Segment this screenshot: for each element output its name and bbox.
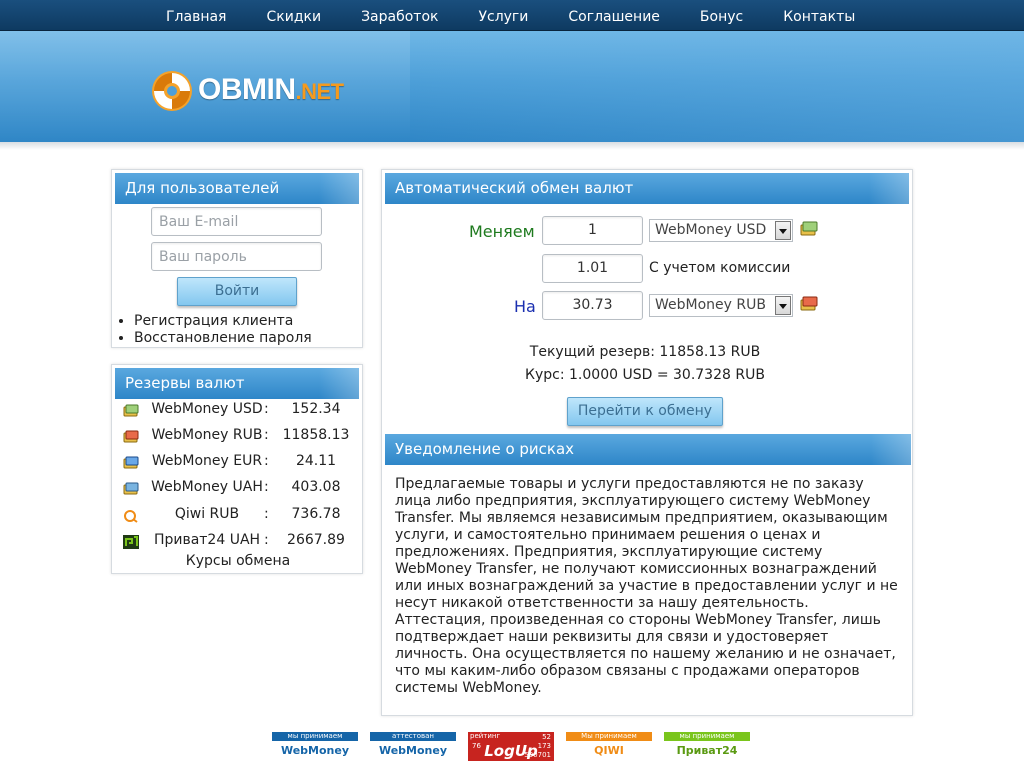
- reserve-currency-name: WebMoney EUR: [151, 453, 263, 469]
- badge-number: 76: [472, 742, 481, 750]
- badge-caption: мы принимаем: [272, 732, 358, 741]
- badge-caption: аттестован: [370, 732, 456, 741]
- reserve-row: WebMoney USD : 152.34: [116, 401, 360, 423]
- nav-item-contacts[interactable]: Контакты: [763, 0, 875, 31]
- webmoney-accept-badge[interactable]: мы принимаем WebMoney: [272, 732, 358, 761]
- dropdown-arrow-icon[interactable]: [775, 296, 791, 315]
- top-navigation: Главная Скидки Заработок Услуги Соглашен…: [0, 0, 1024, 31]
- badge-number: 52: [542, 733, 551, 741]
- badge-caption: Мы принимаем: [566, 732, 652, 741]
- reserve-amount: 736.78: [291, 506, 341, 522]
- privat24-icon: [123, 535, 139, 549]
- nav-item-discounts[interactable]: Скидки: [246, 0, 341, 31]
- receive-amount-input[interactable]: 30.73: [542, 291, 643, 320]
- reserve-row: WebMoney RUB : 11858.13: [116, 427, 360, 449]
- dropdown-arrow-icon[interactable]: [775, 221, 791, 240]
- password-recovery-link[interactable]: Восстановление пароля: [134, 330, 312, 347]
- badge-number: 500701: [524, 751, 551, 759]
- current-reserve-text: Текущий резерв: 11858.13 RUB: [529, 344, 761, 360]
- reserves-panel: Резервы валют WebMoney USD : 152.34 WebM…: [111, 364, 363, 574]
- commission-amount-field[interactable]: 1.01: [542, 254, 643, 283]
- reserve-amount: 152.34: [291, 401, 341, 417]
- logo-suffix: .NET: [295, 79, 345, 104]
- reserves-panel-title: Резервы валют: [115, 368, 359, 399]
- nav-item-home[interactable]: Главная: [146, 0, 246, 31]
- webmoney-usd-icon: [123, 404, 139, 417]
- reserve-amount: 403.08: [291, 479, 341, 495]
- badge-brand: QIWI: [566, 741, 652, 761]
- reserve-amount: 24.11: [295, 453, 337, 469]
- exchange-panel-title: Автоматический обмен валют: [385, 173, 909, 204]
- logo-swirl-icon: [152, 71, 192, 111]
- privat24-accept-badge[interactable]: мы принимаем Приват24: [664, 732, 750, 761]
- commission-label: С учетом комиссии: [649, 260, 791, 276]
- login-panel-title: Для пользователей: [115, 173, 359, 204]
- reserve-currency-name: WebMoney UAH: [151, 479, 263, 495]
- receive-currency-select[interactable]: WebMoney RUB: [649, 294, 793, 317]
- qiwi-icon: [124, 510, 138, 523]
- reserve-row: Qiwi RUB : 736.78: [116, 506, 360, 528]
- reserve-row: WebMoney UAH : 403.08: [116, 479, 360, 501]
- badge-brand: WebMoney: [370, 741, 456, 761]
- site-logo[interactable]: OBMIN.NET: [150, 69, 360, 115]
- give-amount-input[interactable]: 1: [542, 216, 643, 245]
- header-shadow: [0, 142, 1024, 150]
- receive-currency-value: WebMoney RUB: [655, 297, 766, 313]
- reserve-separator: :: [264, 453, 269, 469]
- reserve-row: Приват24 UAH : 2667.89: [116, 532, 360, 554]
- login-button[interactable]: Войти: [177, 277, 297, 306]
- logup-rating-badge[interactable]: рейтинг LogUp 76 52 173 500701: [468, 732, 554, 761]
- reserve-currency-name: WebMoney RUB: [151, 427, 263, 443]
- logo-main: OBMIN: [198, 73, 296, 106]
- nav-menu: Главная Скидки Заработок Услуги Соглашен…: [146, 0, 875, 31]
- risk-notice-text: Предлагаемые товары и услуги предоставля…: [395, 476, 898, 696]
- give-label: Меняем: [469, 222, 535, 241]
- register-link[interactable]: Регистрация клиента: [134, 313, 312, 330]
- reserve-currency-name: Qiwi RUB: [174, 506, 240, 522]
- exchange-rate-text: Курс: 1.0000 USD = 30.7328 RUB: [525, 367, 765, 383]
- exchange-panel: Автоматический обмен валют Меняем 1 WebM…: [381, 169, 913, 716]
- reserve-currency-name: WebMoney USD: [151, 401, 263, 417]
- badge-brand: Приват24: [664, 741, 750, 761]
- nav-item-earnings[interactable]: Заработок: [341, 0, 458, 31]
- webmoney-rub-icon: [123, 430, 139, 443]
- webmoney-uah-icon: [123, 482, 139, 495]
- login-panel: Для пользователей Войти Регистрация клие…: [111, 169, 363, 348]
- risk-notice-title: Уведомление о рисках: [385, 434, 911, 465]
- badge-brand: WebMoney: [272, 741, 358, 761]
- exchange-rates-link[interactable]: Курсы обмена: [116, 553, 360, 569]
- nav-item-agreement[interactable]: Соглашение: [548, 0, 680, 31]
- reserve-separator: :: [264, 427, 269, 443]
- reserve-currency-name: Приват24 UAH: [153, 532, 261, 548]
- email-input[interactable]: [151, 207, 322, 236]
- qiwi-accept-badge[interactable]: Мы принимаем QIWI: [566, 732, 652, 761]
- receive-label: На: [514, 297, 536, 316]
- reserve-separator: :: [264, 532, 269, 548]
- header-glow: [410, 31, 1024, 142]
- logo-text: OBMIN.NET: [198, 73, 344, 107]
- nav-item-bonus[interactable]: Бонус: [680, 0, 763, 31]
- password-input[interactable]: [151, 242, 322, 271]
- reserve-separator: :: [264, 506, 269, 522]
- badge-number: 173: [537, 742, 551, 750]
- give-currency-select[interactable]: WebMoney USD: [649, 219, 793, 242]
- webmoney-usd-icon: [800, 221, 818, 236]
- give-currency-value: WebMoney USD: [655, 222, 767, 238]
- reserve-separator: :: [264, 401, 269, 417]
- reserve-separator: :: [264, 479, 269, 495]
- webmoney-attested-badge[interactable]: аттестован WebMoney: [370, 732, 456, 761]
- user-links: Регистрация клиента Восстановление парол…: [134, 313, 312, 347]
- reserve-amount: 2667.89: [287, 532, 345, 548]
- nav-item-services[interactable]: Услуги: [458, 0, 548, 31]
- webmoney-rub-icon: [800, 296, 818, 311]
- proceed-exchange-button[interactable]: Перейти к обмену: [567, 397, 723, 426]
- reserve-row: WebMoney EUR : 24.11: [116, 453, 360, 475]
- reserve-amount: 11858.13: [282, 427, 350, 443]
- badge-caption: мы принимаем: [664, 732, 750, 741]
- webmoney-eur-icon: [123, 456, 139, 469]
